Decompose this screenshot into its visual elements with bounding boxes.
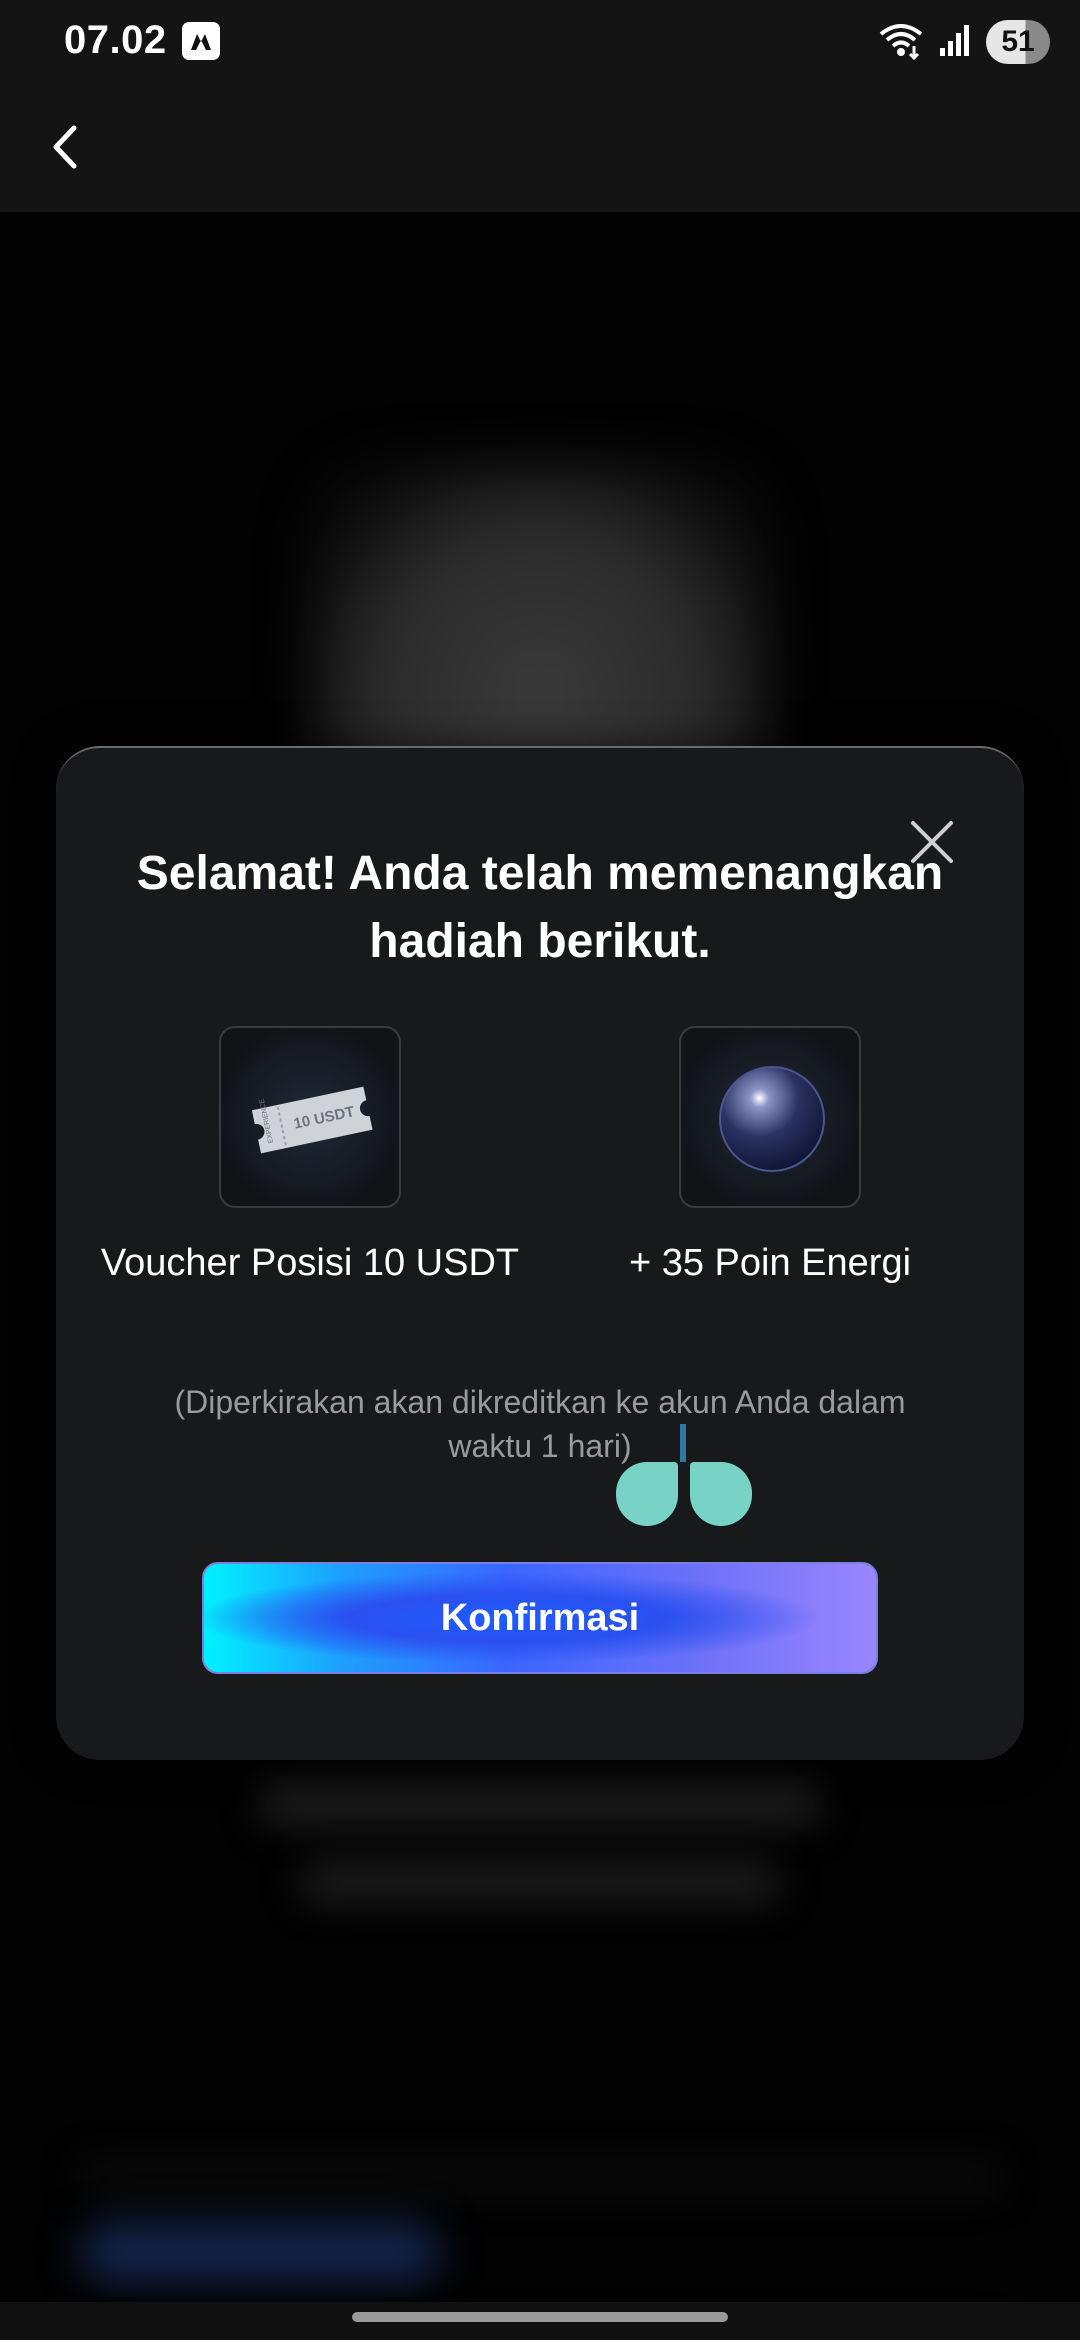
blurred-divider — [80, 2162, 1000, 2192]
reward-image-frame: 10 USDT EXPERIENCE — [219, 1026, 401, 1208]
voucher-ticket-icon: 10 USDT EXPERIENCE — [251, 1086, 373, 1154]
blurred-text — [260, 1782, 820, 1826]
status-bar: 07.02 51 — [0, 0, 1080, 84]
wifi-icon — [878, 20, 924, 65]
chevron-left-icon — [53, 125, 77, 169]
reward-item-voucher: 10 USDT EXPERIENCE Voucher Posisi 10 USD… — [100, 1026, 520, 1284]
back-button[interactable] — [30, 112, 100, 182]
modal-title: Selamat! Anda telah memenangkan hadiah b… — [136, 847, 944, 968]
teal-drop-right — [690, 1462, 752, 1526]
blurred-text — [300, 1862, 780, 1902]
signal-icon — [938, 22, 972, 63]
reward-list: 10 USDT EXPERIENCE Voucher Posisi 10 USD… — [56, 1026, 1024, 1346]
confirm-button[interactable]: Konfirmasi — [202, 1562, 878, 1674]
blurred-tab — [80, 2222, 440, 2282]
reward-item-energy: + 35 Poin Energi — [560, 1026, 980, 1284]
home-indicator[interactable] — [352, 2312, 728, 2322]
system-icons: 51 — [878, 18, 1050, 66]
reward-label: + 35 Poin Energi — [628, 1242, 912, 1284]
energy-orb-icon — [719, 1066, 825, 1172]
reward-modal: Selamat! Anda telah memenangkan hadiah b… — [56, 746, 1024, 1760]
battery-icon: 51 — [986, 20, 1050, 64]
text-cursor — [680, 1424, 686, 1462]
reward-label: Voucher Posisi 10 USDT — [100, 1242, 520, 1284]
status-time: 07.02 — [64, 18, 167, 62]
app-notification-icon — [182, 22, 220, 60]
teal-drop-left — [616, 1462, 678, 1526]
reward-image-frame — [679, 1026, 861, 1208]
top-header — [0, 84, 1080, 212]
teal-overlay-icon — [616, 1462, 752, 1526]
credit-note: (Diperkirakan akan dikreditkan ke akun A… — [174, 1384, 906, 1464]
